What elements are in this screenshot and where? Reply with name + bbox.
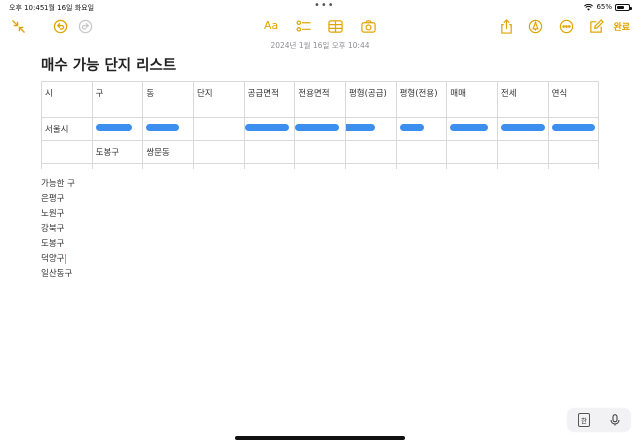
table-header-cell[interactable]: 동 — [142, 81, 194, 118]
list-item: 노원구 — [41, 209, 65, 219]
multitasking-dots[interactable]: ••• — [314, 0, 335, 11]
collapse-icon[interactable] — [10, 18, 26, 34]
table-cell[interactable] — [547, 117, 599, 141]
markup-icon[interactable] — [527, 18, 543, 34]
table-cell[interactable] — [192, 163, 245, 169]
table-cell[interactable] — [446, 140, 498, 164]
table-cell[interactable]: 서울시 — [41, 117, 93, 141]
table-icon[interactable] — [327, 18, 343, 34]
table-cell[interactable] — [344, 117, 397, 141]
status-bar: 오후 10:45 1월 16일 화요일 ••• 65% — [0, 0, 640, 14]
microphone-icon[interactable] — [610, 411, 620, 430]
table-header-cell[interactable]: 전세 — [496, 81, 549, 118]
status-date: 1월 16일 화요일 — [44, 4, 95, 12]
compose-icon[interactable] — [588, 18, 604, 34]
camera-icon[interactable] — [360, 18, 376, 34]
table-cell[interactable] — [91, 117, 144, 141]
table-cell[interactable] — [496, 117, 549, 141]
table-row: 서울시 — [41, 117, 599, 141]
table-cell[interactable]: 도봉구 — [91, 140, 144, 164]
table-cell[interactable] — [192, 117, 245, 141]
table-cell[interactable] — [395, 117, 448, 141]
redaction-mark — [450, 124, 489, 131]
battery-icon — [615, 3, 632, 11]
list-item: 은평구 — [41, 194, 65, 204]
table-cell[interactable] — [294, 140, 346, 164]
checklist-icon[interactable] — [295, 18, 311, 34]
table-header-cell[interactable]: 공급면적 — [243, 81, 296, 118]
language-switch-button[interactable]: 한 — [578, 413, 590, 427]
table-cell[interactable] — [344, 140, 397, 164]
table-cell[interactable] — [547, 163, 599, 169]
table-header-cell[interactable]: 구 — [91, 81, 144, 118]
table-cell[interactable] — [243, 117, 296, 141]
note-table[interactable]: 시 구 동 단지 공급면적 전용면적 평형(공급) 평형(전용) 매매 전세 연… — [41, 81, 599, 169]
list-heading: 가능한 구 — [41, 179, 75, 189]
done-button[interactable]: 완료 — [613, 20, 630, 33]
table-cell[interactable] — [547, 140, 599, 164]
battery-fill — [617, 5, 624, 9]
table-cell[interactable] — [192, 140, 245, 164]
redo-icon[interactable] — [77, 18, 93, 34]
table-cell[interactable] — [446, 117, 498, 141]
table-row: 도봉구 쌍문동 — [41, 140, 599, 164]
table-row — [41, 163, 599, 169]
note-body-list[interactable]: 가능한 구 은평구 노원구 강북구 도봉구 덕양구 일산동구 — [41, 177, 75, 282]
status-time: 오후 10:45 — [9, 4, 45, 12]
redaction-mark — [500, 124, 545, 131]
table-header-cell[interactable]: 평형(전용) — [395, 81, 448, 118]
table-cell[interactable] — [446, 163, 498, 169]
redaction-mark — [245, 124, 289, 131]
list-item: 덕양구 — [41, 252, 75, 267]
battery-percent: 65% — [596, 3, 612, 11]
list-item: 일산동구 — [41, 269, 73, 279]
share-icon[interactable] — [498, 18, 514, 34]
table-cell[interactable] — [41, 163, 93, 169]
table-header-cell[interactable]: 시 — [41, 81, 93, 118]
list-item: 강북구 — [41, 224, 65, 234]
table-header-row: 시 구 동 단지 공급면적 전용면적 평형(공급) 평형(전용) 매매 전세 연… — [41, 81, 599, 118]
table-cell[interactable] — [243, 140, 296, 164]
table-cell[interactable] — [496, 140, 549, 164]
table-cell[interactable]: 쌍문동 — [142, 140, 194, 164]
table-header-cell[interactable]: 평형(공급) — [344, 81, 397, 118]
home-indicator[interactable] — [235, 436, 405, 440]
table-cell[interactable] — [41, 140, 93, 164]
wifi-icon — [584, 3, 594, 11]
note-timestamp: 2024년 1월 16일 오후 10:44 — [270, 41, 370, 50]
text-cursor — [65, 253, 67, 264]
table-header-cell[interactable]: 매매 — [446, 81, 498, 118]
table-cell[interactable] — [142, 117, 194, 141]
redaction-mark — [399, 124, 424, 131]
list-item-text: 덕양구 — [41, 254, 65, 264]
note-title[interactable]: 매수 가능 단지 리스트 — [41, 54, 176, 75]
table-header-cell[interactable]: 전용면적 — [294, 81, 346, 118]
redaction-mark — [95, 124, 132, 131]
text-format-button[interactable]: Aa — [264, 19, 278, 32]
table-cell[interactable] — [496, 163, 549, 169]
table-cell[interactable] — [91, 163, 144, 169]
table-cell[interactable] — [243, 163, 296, 169]
redaction-mark — [146, 124, 180, 131]
table-header-cell[interactable]: 단지 — [192, 81, 245, 118]
keyboard-shortcut-pill: 한 — [568, 409, 630, 431]
more-icon[interactable] — [558, 18, 574, 34]
table-cell[interactable] — [142, 163, 194, 169]
redaction-mark — [295, 124, 340, 131]
table-cell[interactable] — [294, 163, 346, 169]
table-header-cell[interactable]: 연식 — [547, 81, 599, 118]
table-cell[interactable] — [344, 163, 397, 169]
redaction-mark — [551, 124, 595, 131]
notes-toolbar: Aa 완료 — [0, 14, 640, 40]
undo-icon[interactable] — [52, 18, 68, 34]
table-cell[interactable] — [294, 117, 346, 141]
table-cell[interactable] — [395, 163, 448, 169]
list-item: 도봉구 — [41, 239, 65, 249]
table-cell[interactable] — [395, 140, 448, 164]
status-right: 65% — [584, 3, 632, 11]
redaction-mark — [346, 124, 375, 131]
